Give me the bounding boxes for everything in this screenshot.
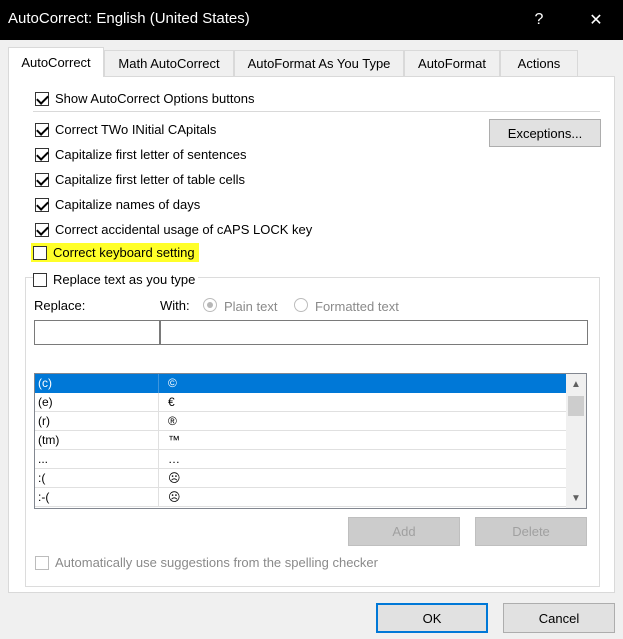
chevron-down-icon[interactable]: ▼	[566, 489, 586, 507]
capitalize-sentences-checkbox[interactable]: Capitalize first letter of sentences	[35, 147, 246, 162]
exceptions-button[interactable]: Exceptions...	[489, 119, 601, 147]
checkbox-label: Capitalize first letter of table cells	[55, 172, 246, 187]
checkbox-label: Capitalize first letter of sentences	[55, 147, 247, 162]
plain-text-label: Plain text	[224, 299, 278, 314]
close-button[interactable]: ✕	[573, 0, 619, 40]
tab-autoformat[interactable]: AutoFormat	[404, 50, 500, 76]
checkbox-box[interactable]	[35, 172, 49, 187]
replace-cell: (r)	[38, 414, 50, 428]
replace-cell: (c)	[38, 376, 52, 390]
separator	[33, 111, 600, 112]
with-cell: ☹	[168, 490, 181, 504]
table-row[interactable]: (c) ©	[35, 374, 566, 393]
vertical-scrollbar[interactable]: ▲ ▼	[566, 374, 586, 508]
checkbox-label: Correct accidental usage of cAPS LOCK ke…	[55, 222, 313, 237]
table-row[interactable]: (e) €	[35, 393, 566, 412]
checkbox-label: Replace text as you type	[53, 272, 196, 287]
plain-text-radio[interactable]	[203, 298, 217, 312]
checkbox-label: Correct TWo INitial CApitals	[55, 122, 217, 137]
spelling-suggestions-checkbox[interactable]: Automatically use suggestions from the s…	[35, 555, 378, 570]
table-row[interactable]: :-( ☹	[35, 488, 566, 507]
title-bar: AutoCorrect: English (United States) ? ✕	[0, 0, 623, 40]
checkbox-box[interactable]	[33, 245, 47, 260]
with-input[interactable]	[160, 320, 588, 345]
with-cell: ©	[168, 376, 177, 390]
capitalize-table-cells-checkbox[interactable]: Capitalize first letter of table cells	[35, 172, 245, 187]
replace-cell: (e)	[38, 395, 53, 409]
tab-math-autocorrect[interactable]: Math AutoCorrect	[104, 50, 234, 76]
correct-caps-lock-checkbox[interactable]: Correct accidental usage of cAPS LOCK ke…	[35, 222, 312, 237]
replace-input[interactable]	[34, 320, 160, 345]
checkbox-box[interactable]	[35, 222, 49, 237]
with-cell: …	[168, 452, 180, 466]
tab-autoformat-as-you-type[interactable]: AutoFormat As You Type	[234, 50, 404, 76]
replace-text-checkbox[interactable]: Replace text as you type	[33, 272, 199, 287]
with-label: With:	[160, 298, 190, 313]
chevron-up-icon[interactable]: ▲	[566, 375, 586, 393]
cancel-button[interactable]: Cancel	[503, 603, 615, 633]
checkbox-box[interactable]	[35, 147, 49, 162]
window-title: AutoCorrect: English (United States)	[8, 10, 250, 27]
table-row[interactable]: ... …	[35, 450, 566, 469]
scrollbar-thumb[interactable]	[568, 396, 584, 416]
replace-label: Replace:	[34, 298, 86, 313]
add-button[interactable]: Add	[348, 517, 460, 546]
with-cell: ☹	[168, 471, 181, 485]
table-row[interactable]: :( ☹	[35, 469, 566, 488]
ok-button[interactable]: OK	[376, 603, 488, 633]
checkbox-box[interactable]	[35, 91, 49, 106]
tab-autocorrect[interactable]: AutoCorrect	[8, 47, 104, 77]
delete-button[interactable]: Delete	[475, 517, 587, 546]
formatted-text-radio[interactable]	[294, 298, 308, 312]
replace-cell: :(	[38, 471, 46, 485]
replace-cell: ...	[38, 452, 49, 466]
with-cell: ®	[168, 414, 177, 428]
table-row[interactable]: (tm) ™	[35, 431, 566, 450]
checkbox-label: Correct keyboard setting	[53, 245, 195, 260]
replace-cell: (tm)	[38, 433, 60, 447]
replace-cell: :-(	[38, 490, 50, 504]
checkbox-label: Show AutoCorrect Options buttons	[55, 91, 255, 106]
tab-actions[interactable]: Actions	[500, 50, 578, 76]
help-button[interactable]: ?	[516, 0, 562, 40]
checkbox-box[interactable]	[33, 272, 47, 287]
autocorrect-entries-list[interactable]: (c) © (e) € (r) ® (tm) ™ ... … :( ☹ :-( …	[34, 373, 587, 509]
checkbox-box[interactable]	[35, 555, 49, 570]
checkbox-label: Automatically use suggestions from the s…	[55, 555, 378, 570]
with-cell: €	[168, 395, 175, 409]
formatted-text-label: Formatted text	[315, 299, 399, 314]
correct-keyboard-setting-checkbox[interactable]: Correct keyboard setting	[31, 243, 199, 262]
checkbox-label: Capitalize names of days	[55, 197, 201, 212]
checkbox-box[interactable]	[35, 122, 49, 137]
with-cell: ™	[168, 433, 180, 447]
capitalize-days-checkbox[interactable]: Capitalize names of days	[35, 197, 200, 212]
correct-two-initials-checkbox[interactable]: Correct TWo INitial CApitals	[35, 122, 216, 137]
table-row[interactable]: (r) ®	[35, 412, 566, 431]
checkbox-box[interactable]	[35, 197, 49, 212]
show-autocorrect-buttons-checkbox[interactable]: Show AutoCorrect Options buttons	[35, 91, 254, 106]
